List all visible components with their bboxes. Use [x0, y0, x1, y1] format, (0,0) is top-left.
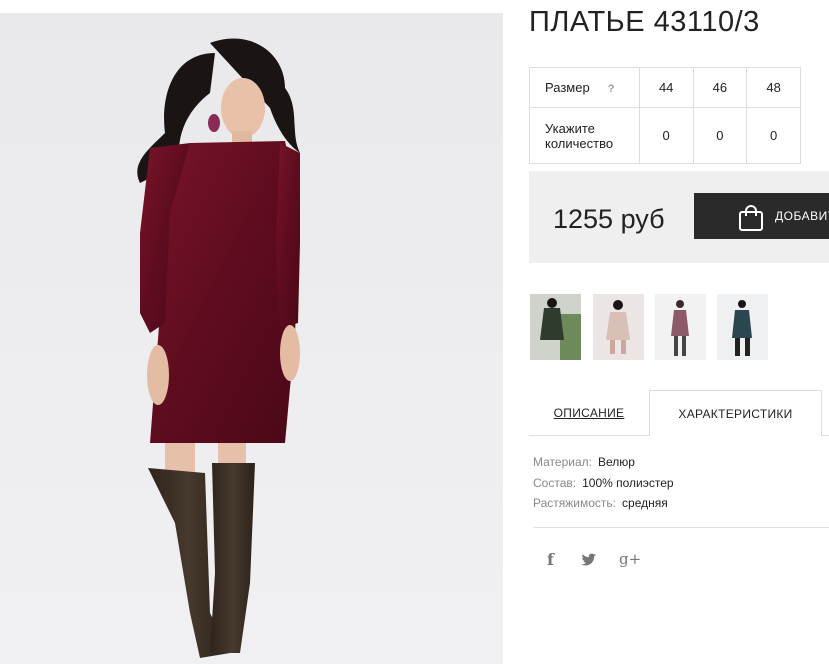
quantity-label-line1: Укажите: [545, 120, 595, 136]
size-row: Размер? 44 46 48: [529, 67, 801, 108]
thumbnail-dress-green[interactable]: [530, 294, 581, 360]
question-mark-icon[interactable]: ?: [608, 83, 615, 95]
tab-characteristics[interactable]: ХАРАКТЕРИСТИКИ: [649, 390, 822, 436]
shopping-bag-icon: [737, 204, 765, 235]
quantity-label-line2: количество: [545, 135, 614, 151]
quantity-row: Укажите количество 0 0 0: [529, 107, 801, 164]
thumbnail-dress-mauve[interactable]: [655, 294, 706, 360]
size-label-cell: Размер?: [529, 67, 640, 108]
characteristic-value: 100% полиэстер: [582, 475, 674, 490]
size-table: Размер? 44 46 48 Укажите количество 0 0 …: [529, 67, 801, 164]
size-46: 46: [692, 67, 748, 108]
tab-description[interactable]: ОПИСАНИЕ: [529, 390, 649, 436]
twitter-icon[interactable]: [581, 552, 597, 571]
size-44: 44: [638, 67, 694, 108]
characteristic-value: Велюр: [597, 455, 635, 469]
size-label: Размер: [545, 80, 590, 95]
quantity-input-46[interactable]: 0: [692, 107, 748, 164]
price: 1255 руб: [553, 204, 665, 234]
quantity-input-48[interactable]: 0: [746, 107, 801, 164]
characteristic-key: Растяжимость:: [533, 496, 617, 510]
characteristic-row: Состав: 100% полиэстер: [533, 473, 674, 494]
size-48: 48: [746, 67, 801, 108]
section-divider: [533, 527, 829, 528]
add-to-cart-label: ДОБАВИТЬ В КОРЗИНУ: [775, 209, 829, 223]
price-box: 1255 руб ДОБАВИТЬ В КОРЗИНУ: [529, 171, 829, 263]
characteristic-key: Состав:: [533, 475, 577, 490]
google-plus-icon[interactable]: g+: [619, 550, 641, 568]
thumbnail-dress-teal[interactable]: [717, 294, 768, 360]
characteristic-key: Материал:: [533, 455, 592, 469]
product-tabs: ОПИСАНИЕ ХАРАКТЕРИСТИКИ: [529, 390, 829, 436]
characteristic-row: Растяжимость: средняя: [533, 493, 674, 514]
characteristic-row: Материал: Велюр: [533, 452, 674, 473]
characteristic-value: средняя: [622, 496, 668, 510]
product-photo: [0, 13, 503, 664]
product-title: ПЛАТЬЕ 43110/3: [529, 6, 760, 38]
thumbnail-dress-beige[interactable]: [593, 294, 644, 360]
facebook-icon[interactable]: f: [547, 550, 554, 569]
add-to-cart-button[interactable]: ДОБАВИТЬ В КОРЗИНУ: [694, 193, 829, 239]
quantity-label-cell: Укажите количество: [529, 107, 640, 164]
quantity-input-44[interactable]: 0: [638, 107, 694, 164]
characteristics-list: Материал: Велюр Состав: 100% полиэстер Рас…: [533, 452, 674, 514]
tab-divider: [822, 435, 829, 436]
